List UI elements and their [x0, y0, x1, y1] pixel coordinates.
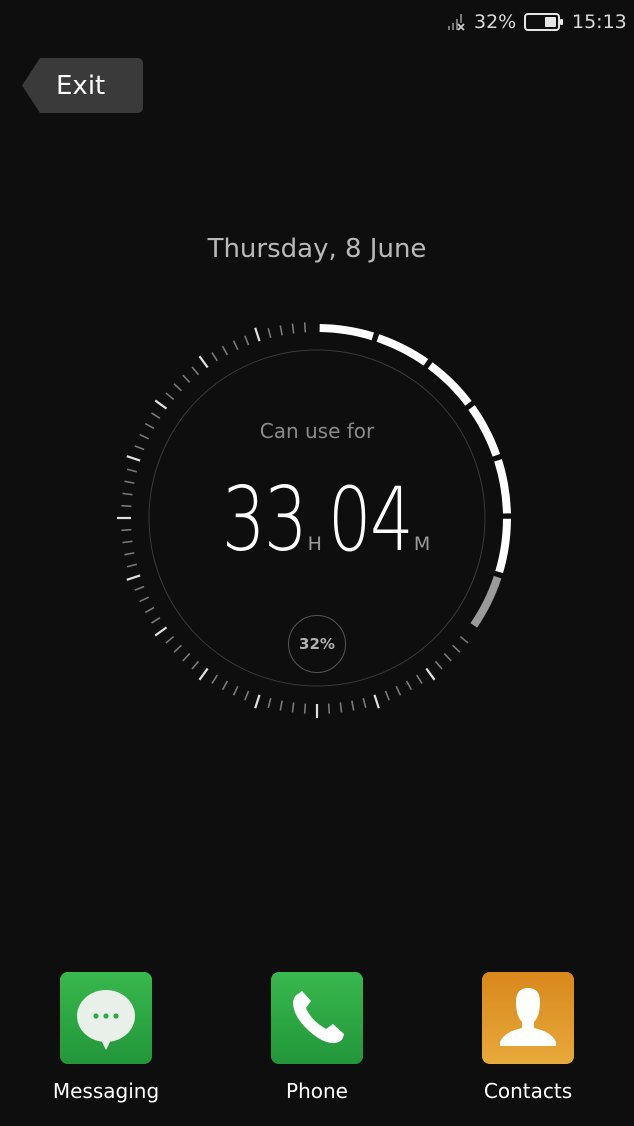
dial-tick — [182, 653, 191, 662]
dial-tick — [134, 585, 145, 591]
battery-level-arc-segment — [319, 324, 374, 341]
dial-tick — [395, 685, 402, 696]
status-clock: 15:13 — [572, 11, 627, 33]
contacts-label: Contacts — [483, 1079, 573, 1103]
dial-tick — [267, 327, 272, 339]
dial-tick — [198, 667, 209, 681]
phone-label: Phone — [286, 1079, 348, 1103]
person-silhouette-icon — [482, 972, 574, 1064]
dial-tick — [182, 374, 191, 383]
date-label: Thursday, 8 June — [207, 234, 427, 264]
dial-tick — [434, 660, 443, 670]
dial-tick — [126, 455, 141, 462]
battery-percent-badge: 32% — [288, 615, 346, 673]
dial-tick — [267, 697, 272, 709]
dock-app-phone[interactable]: Phone — [237, 972, 397, 1104]
dial-tick — [279, 700, 283, 711]
dial-tick — [126, 574, 141, 581]
battery-percent-text: 32% — [474, 11, 517, 33]
dial-tick — [198, 355, 209, 369]
battery-icon — [524, 13, 563, 31]
dock-app-contacts[interactable]: Contacts — [448, 972, 608, 1104]
phone-app-icon[interactable] — [271, 972, 363, 1064]
battery-level-arc-segment — [427, 362, 472, 406]
remaining-minutes: 04 — [327, 468, 414, 571]
dial-tick — [173, 644, 182, 653]
phone-handset-icon — [271, 972, 363, 1064]
dial-tick — [425, 667, 436, 681]
dial-tick — [373, 694, 380, 709]
dial-tick — [191, 660, 200, 670]
dial-tick — [139, 596, 150, 603]
messaging-app-icon[interactable] — [60, 972, 152, 1064]
signal-no-service-icon — [448, 14, 465, 31]
dial-tick — [443, 653, 452, 662]
dial-tick — [154, 399, 168, 410]
dial-tick — [254, 327, 261, 342]
dial-tick — [134, 445, 145, 451]
dial-tick — [351, 700, 355, 711]
dial-tick — [384, 690, 390, 701]
dial-tick — [459, 635, 469, 644]
dial-tick — [173, 383, 182, 392]
battery-level-arc-segment — [470, 575, 502, 628]
dial-tick — [291, 702, 295, 713]
dial-tick — [221, 345, 229, 356]
minutes-unit: M — [413, 533, 431, 555]
dial-tick — [415, 674, 423, 684]
dial-tick — [221, 680, 229, 691]
exit-button-label: Exit — [56, 71, 106, 101]
dial-tick — [303, 322, 307, 333]
can-use-for-label: Can use for — [259, 419, 375, 443]
dial-tick — [452, 644, 461, 653]
status-bar: 32% 15:13 — [0, 0, 634, 44]
dial-tick — [211, 352, 219, 362]
dock-app-messaging[interactable]: Messaging — [26, 972, 186, 1104]
dial-tick — [254, 694, 261, 709]
dial-tick — [191, 366, 200, 376]
dial-tick — [165, 635, 175, 644]
contacts-app-icon[interactable] — [482, 972, 574, 1064]
message-bubble-icon — [60, 972, 152, 1064]
dial-tick — [303, 703, 307, 714]
remaining-hours: 33 — [221, 468, 308, 571]
battery-lock-screen: 32% 15:13 Exit Thursday, 8 June Can use … — [0, 0, 634, 1126]
dial-tick — [244, 335, 250, 346]
dial-tick — [154, 626, 168, 637]
dial-tick — [339, 702, 343, 713]
dial-tick — [232, 685, 239, 696]
dial-tick — [291, 323, 295, 334]
battery-level-arc-segment — [376, 334, 429, 366]
messaging-label: Messaging — [52, 1079, 160, 1103]
remaining-time-readout: 33H04M — [0, 470, 634, 570]
dial-tick — [405, 680, 413, 691]
dial-tick — [327, 703, 331, 714]
hours-unit: H — [307, 533, 322, 555]
exit-button[interactable]: Exit — [22, 58, 143, 113]
dial-tick — [244, 690, 250, 701]
dial-tick — [144, 606, 155, 614]
dial-tick — [279, 325, 283, 336]
dial-tick — [211, 674, 219, 684]
dial-tick — [232, 340, 239, 351]
dial-tick — [362, 697, 367, 709]
dial-tick — [151, 616, 161, 624]
dial-tick — [165, 392, 175, 401]
